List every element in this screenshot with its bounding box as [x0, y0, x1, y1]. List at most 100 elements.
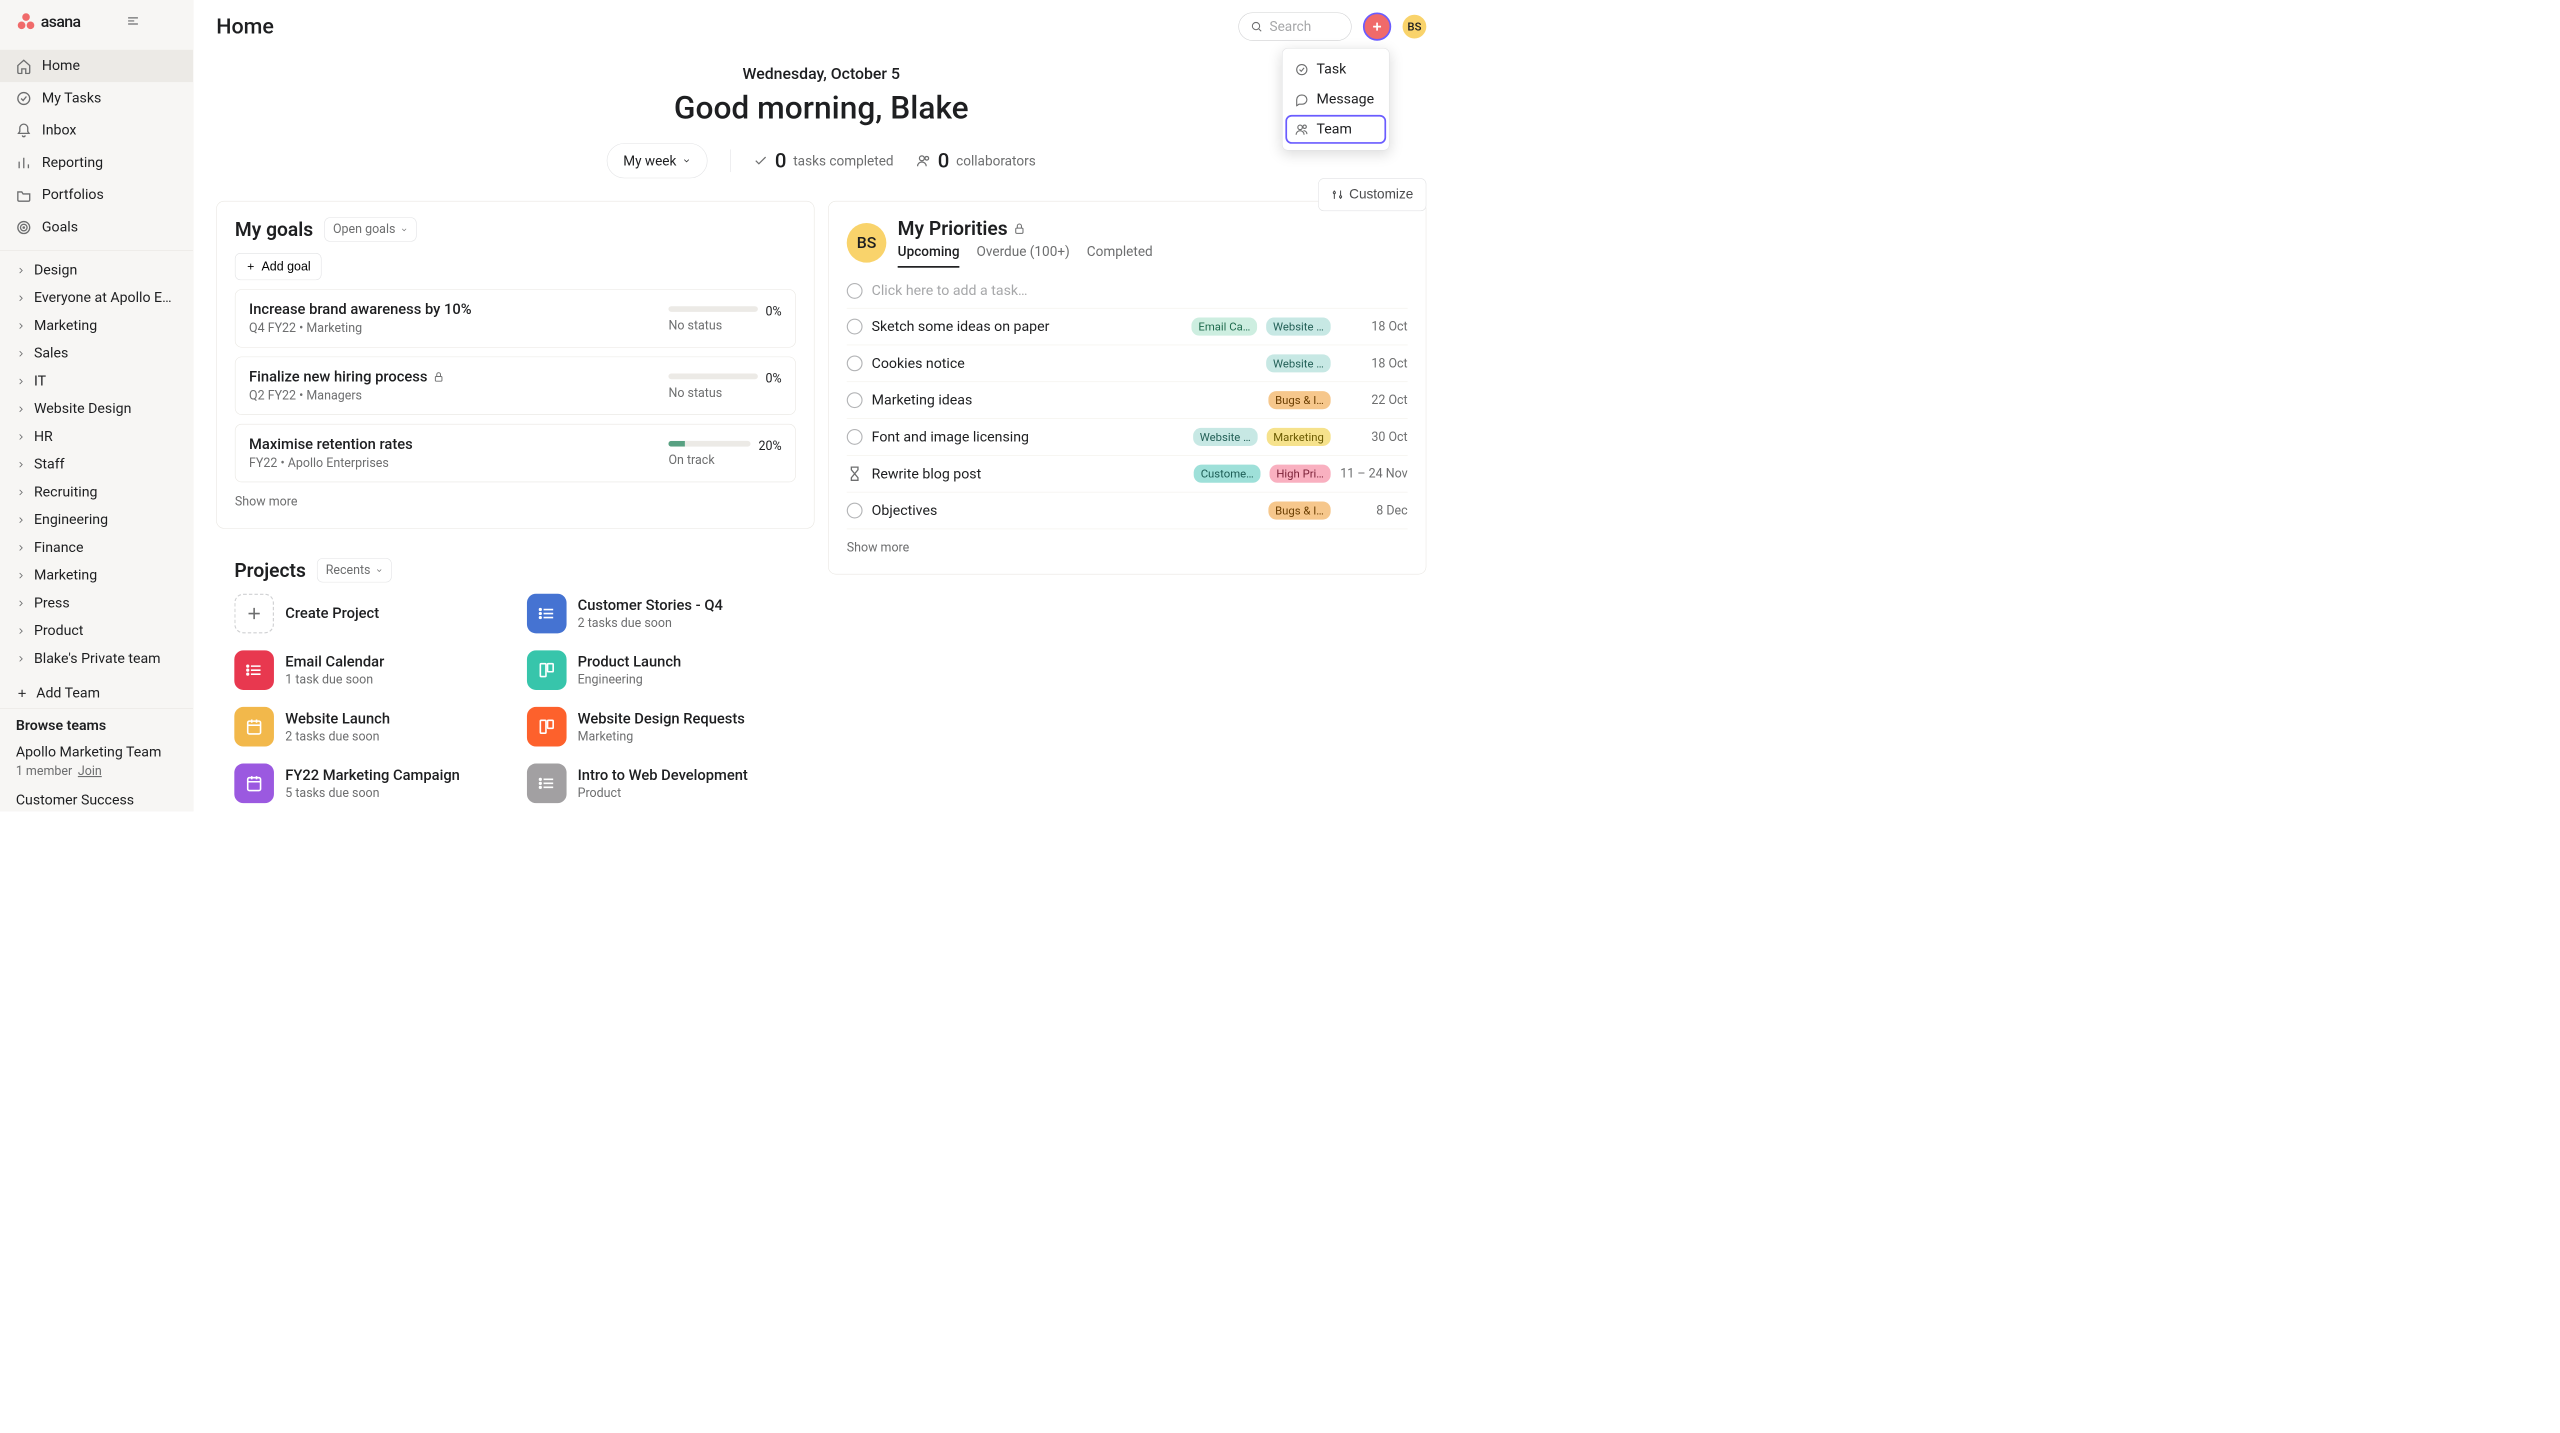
task-tag[interactable]: High Pri…: [1270, 465, 1331, 483]
task-name: Sketch some ideas on paper: [872, 318, 1183, 334]
chevron-down-icon: [400, 226, 408, 234]
collapse-sidebar-button[interactable]: [126, 13, 141, 29]
task-tag[interactable]: Website …: [1266, 354, 1330, 372]
search-input[interactable]: Search: [1238, 12, 1351, 40]
project-name: Email Calendar: [285, 653, 384, 670]
nav-item-inbox[interactable]: Inbox: [0, 114, 193, 146]
project-tile[interactable]: Website Design Requests Marketing: [527, 707, 797, 747]
section-label: Blake's Private team: [34, 650, 161, 666]
section-item[interactable]: Marketing: [0, 312, 193, 340]
nav-item-reporting[interactable]: Reporting: [0, 147, 193, 179]
project-tile[interactable]: Intro to Web Development Product: [527, 764, 797, 804]
task-row[interactable]: Sketch some ideas on paper Email Ca… Webs…: [847, 308, 1408, 345]
projects-filter[interactable]: Recents: [317, 558, 391, 582]
section-item[interactable]: IT: [0, 367, 193, 395]
task-tag[interactable]: Email Ca…: [1192, 318, 1258, 336]
section-item[interactable]: Staff: [0, 451, 193, 479]
tab-overdue[interactable]: Overdue (100+): [977, 243, 1070, 267]
week-filter[interactable]: My week: [607, 143, 708, 178]
create-project-tile[interactable]: Create Project: [234, 594, 504, 634]
customize-button[interactable]: Customize: [1318, 178, 1426, 211]
team-name[interactable]: Customer Success: [16, 792, 177, 808]
project-tile[interactable]: Product Launch Engineering: [527, 650, 797, 690]
section-item[interactable]: Finance: [0, 534, 193, 562]
task-row[interactable]: Marketing ideas Bugs & I… 22 Oct: [847, 382, 1408, 419]
task-tag[interactable]: Website …: [1266, 318, 1330, 336]
plus-icon: [16, 687, 28, 699]
task-checkbox[interactable]: [847, 283, 863, 299]
check-circle-icon: [1295, 63, 1309, 77]
project-subtitle: 5 tasks due soon: [285, 786, 460, 800]
goals-show-more[interactable]: Show more: [235, 491, 796, 512]
task-row[interactable]: Font and image licensing Website …Market…: [847, 419, 1408, 456]
task-checkbox[interactable]: [847, 319, 863, 335]
add-menu-item-message[interactable]: Message: [1283, 84, 1389, 114]
task-name: Rewrite blog post: [872, 466, 1185, 482]
goal-item[interactable]: Finalize new hiring process Q2 FY22 • Ma…: [235, 357, 796, 415]
goal-item[interactable]: Maximise retention rates FY22 • Apollo E…: [235, 424, 796, 482]
priorities-avatar: BS: [847, 223, 887, 263]
project-tile[interactable]: FY22 Marketing Campaign 5 tasks due soon: [234, 764, 504, 804]
priorities-show-more[interactable]: Show more: [847, 537, 1408, 558]
goals-filter[interactable]: Open goals: [324, 217, 416, 241]
lock-icon: [1013, 222, 1025, 234]
section-item[interactable]: Recruiting: [0, 478, 193, 506]
section-label: Recruiting: [34, 484, 97, 500]
task-name: Marketing ideas: [872, 392, 1260, 408]
team-name[interactable]: Apollo Marketing Team: [16, 744, 177, 760]
nav-item-portfolios[interactable]: Portfolios: [0, 179, 193, 211]
task-row[interactable]: Objectives Bugs & I… 8 Dec: [847, 492, 1408, 529]
add-menu-item-label: Team: [1317, 121, 1352, 137]
nav-item-my-tasks[interactable]: My Tasks: [0, 82, 193, 114]
task-tag[interactable]: Marketing: [1267, 428, 1331, 446]
task-date: 11 – 24 Nov: [1340, 467, 1408, 481]
section-item[interactable]: Website Design: [0, 395, 193, 423]
task-checkbox[interactable]: [847, 392, 863, 408]
project-tile[interactable]: Customer Stories - Q4 2 tasks due soon: [527, 594, 797, 634]
section-item[interactable]: Sales: [0, 340, 193, 368]
task-checkbox[interactable]: [847, 355, 863, 371]
tab-upcoming[interactable]: Upcoming: [898, 243, 960, 267]
task-checkbox[interactable]: [847, 429, 863, 445]
section-item[interactable]: Engineering: [0, 506, 193, 534]
section-item[interactable]: HR: [0, 423, 193, 451]
tab-completed[interactable]: Completed: [1087, 243, 1153, 267]
calendar-icon: [245, 717, 264, 736]
goal-item[interactable]: Increase brand awareness by 10% Q4 FY22 …: [235, 289, 796, 347]
nav-item-home[interactable]: Home: [0, 50, 193, 82]
section-item[interactable]: Design: [0, 256, 193, 284]
section-item[interactable]: Blake's Private team: [0, 645, 193, 673]
nav-item-goals[interactable]: Goals: [0, 211, 193, 243]
section-item[interactable]: Press: [0, 589, 193, 617]
primary-nav: Home My Tasks Inbox Reporting Portfolios…: [0, 43, 193, 250]
team-action-link[interactable]: Join: [78, 764, 102, 778]
message-icon: [1295, 93, 1309, 107]
add-task-row[interactable]: Click here to add a task…: [847, 273, 1408, 308]
task-tag[interactable]: Bugs & I…: [1268, 391, 1330, 409]
task-tag[interactable]: Bugs & I…: [1268, 501, 1330, 519]
global-add-button[interactable]: Task Message Team: [1363, 12, 1391, 40]
add-goal-button[interactable]: Add goal: [235, 253, 322, 280]
task-row[interactable]: Rewrite blog post Custome… High Pri… 11 –…: [847, 456, 1408, 493]
chevron-right-icon: [16, 404, 26, 414]
add-team-button[interactable]: Add Team: [0, 678, 193, 708]
projects-filter-label: Recents: [326, 563, 371, 577]
section-item[interactable]: Product: [0, 617, 193, 645]
section-label: Sales: [34, 345, 68, 361]
section-item[interactable]: Everyone at Apollo E…: [0, 284, 193, 312]
add-menu-item-team[interactable]: Team: [1287, 117, 1384, 142]
task-tag[interactable]: Website …: [1193, 428, 1257, 446]
add-menu-item-task[interactable]: Task: [1283, 54, 1389, 84]
user-avatar[interactable]: BS: [1403, 15, 1427, 39]
project-tile[interactable]: Website Launch 2 tasks due soon: [234, 707, 504, 747]
home-icon: [16, 58, 32, 74]
task-tag[interactable]: Custome…: [1194, 465, 1261, 483]
logo[interactable]: asana: [16, 11, 81, 31]
sliders-icon: [1331, 188, 1343, 200]
section-item[interactable]: Marketing: [0, 561, 193, 589]
project-subtitle: 2 tasks due soon: [285, 729, 390, 743]
task-date: 18 Oct: [1340, 320, 1408, 334]
task-checkbox[interactable]: [847, 503, 863, 519]
project-tile[interactable]: Email Calendar 1 task due soon: [234, 650, 504, 690]
task-row[interactable]: Cookies notice Website … 18 Oct: [847, 345, 1408, 382]
